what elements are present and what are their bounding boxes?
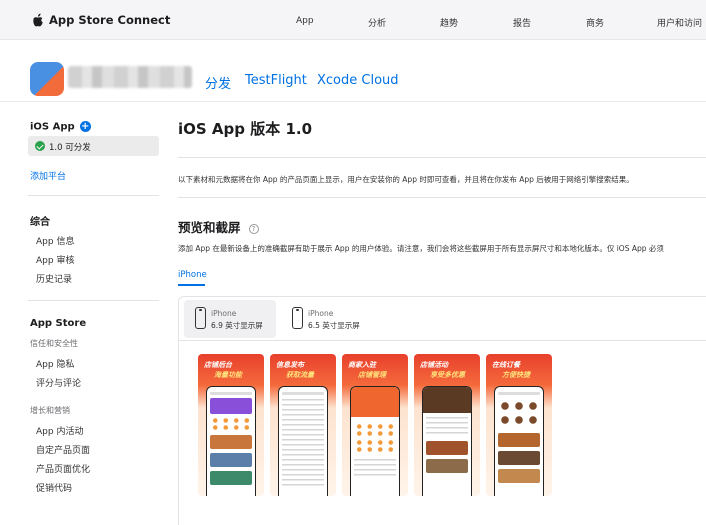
- device-size: 6.5 英寸显示屏: [308, 321, 360, 330]
- app-store-connect-logo[interactable]: App Store Connect: [32, 13, 170, 27]
- screenshot-caption: 获取流量: [286, 371, 314, 379]
- sidebar-item-history[interactable]: 历史记录: [36, 272, 72, 285]
- nav-item-reports[interactable]: 报告: [513, 16, 531, 29]
- nav-item-trends[interactable]: 趋势: [440, 16, 458, 29]
- preview-title-text: 预览和截屏: [178, 220, 241, 235]
- nav-item-users-access[interactable]: 用户和访问: [657, 16, 702, 29]
- screenshot-caption: 方便快捷: [502, 371, 530, 379]
- tab-distribution[interactable]: 分发: [205, 73, 231, 92]
- sidebar-heading-app-store: App Store: [30, 318, 87, 329]
- screenshot-thumbnail[interactable]: 店铺活动 享受多优惠: [414, 354, 480, 496]
- sidebar-item-in-app-events[interactable]: App 内活动: [36, 424, 83, 437]
- apple-logo-icon: [33, 13, 43, 27]
- phone-mockup: [494, 386, 544, 496]
- nav-item-analytics[interactable]: 分析: [368, 16, 386, 29]
- screenshot-thumbnail[interactable]: 信息发布 获取流量: [270, 354, 336, 496]
- preview-section-title: 预览和截屏?: [178, 217, 259, 236]
- sidebar-item-custom-product-pages[interactable]: 自定产品页面: [36, 443, 90, 456]
- screenshot-caption: 店铺活动: [420, 361, 448, 369]
- add-platform-link[interactable]: 添加平台: [30, 169, 66, 182]
- nav-item-business[interactable]: 商务: [586, 16, 604, 29]
- tab-iphone-underline: [178, 284, 205, 286]
- screenshot-thumbnail[interactable]: 商家入驻 店铺管理: [342, 354, 408, 496]
- app-name-redacted: [68, 66, 192, 88]
- checkmark-circle-icon: [35, 141, 45, 151]
- tab-iphone[interactable]: iPhone: [178, 270, 207, 280]
- sidebar-subheading-growth: 增长和营销: [30, 406, 70, 415]
- version-description: 以下素材和元数据将在你 App 的产品页面上显示，用户在安装你的 App 时即可…: [178, 175, 634, 184]
- iphone-icon: [292, 307, 303, 329]
- device-name: iPhone: [308, 309, 334, 318]
- phone-mockup: [278, 386, 328, 496]
- ios-app-label: iOS App: [30, 121, 75, 133]
- sidebar-item-app-review[interactable]: App 审核: [36, 253, 74, 266]
- page-title: iOS App 版本 1.0: [178, 120, 313, 138]
- sidebar-item-version-1-0[interactable]: 1.0 可分发: [28, 136, 159, 156]
- sidebar-heading-general: 综合: [30, 217, 50, 228]
- screenshot-caption: 海量功能: [214, 371, 242, 379]
- screenshot-caption: 店铺后台: [204, 361, 232, 369]
- screenshot-caption: 信息发布: [276, 361, 304, 369]
- sidebar-platform-heading: iOS App +: [30, 121, 91, 133]
- version-status-label: 1.0 可分发: [49, 143, 91, 153]
- brand-name: App Store Connect: [49, 13, 171, 27]
- help-icon[interactable]: ?: [248, 223, 259, 234]
- device-size: 6.9 英寸显示屏: [211, 321, 263, 330]
- sidebar-subheading-trust-safety: 信任和安全性: [30, 339, 78, 348]
- iphone-icon: [195, 307, 206, 329]
- sidebar-item-promo-codes[interactable]: 促销代码: [36, 481, 72, 494]
- header-divider: [0, 101, 706, 102]
- phone-mockup: [350, 386, 400, 496]
- screenshot-caption: 店铺管理: [358, 371, 386, 379]
- section-divider: [178, 197, 706, 198]
- sidebar-divider: [28, 195, 159, 196]
- screenshot-caption: 在线订餐: [492, 361, 520, 369]
- top-navigation-bar: App Store Connect App 分析 趋势 报告 商务 用户和访问: [0, 0, 706, 40]
- sidebar-item-ratings-reviews[interactable]: 评分与评论: [36, 376, 81, 389]
- tab-xcode-cloud[interactable]: Xcode Cloud: [317, 73, 399, 88]
- title-divider: [178, 157, 706, 158]
- device-name: iPhone: [211, 309, 237, 318]
- sidebar-divider: [28, 300, 159, 301]
- sidebar-item-product-page-optimization[interactable]: 产品页面优化: [36, 462, 90, 475]
- app-icon: [30, 62, 64, 96]
- device-tab-6-9-inch[interactable]: iPhone 6.9 英寸显示屏: [184, 300, 276, 338]
- screenshot-caption: 享受多优惠: [430, 371, 465, 379]
- sidebar-item-app-info[interactable]: App 信息: [36, 234, 74, 247]
- device-tab-6-5-inch[interactable]: iPhone 6.5 英寸显示屏: [281, 300, 373, 338]
- nav-item-app[interactable]: App: [296, 16, 314, 26]
- panel-divider: [178, 340, 706, 341]
- add-version-plus-icon[interactable]: +: [79, 121, 91, 132]
- phone-mockup: [422, 386, 472, 496]
- preview-description: 添加 App 在最新设备上的准确截屏有助于展示 App 的用户体验。请注意，我们…: [178, 244, 664, 253]
- screenshot-thumbnail[interactable]: 店铺后台 海量功能: [198, 354, 264, 496]
- screenshot-thumbnail[interactable]: 在线订餐 方便快捷: [486, 354, 552, 496]
- tab-testflight[interactable]: TestFlight: [245, 73, 307, 88]
- sidebar-item-app-privacy[interactable]: App 隐私: [36, 357, 74, 370]
- screenshot-caption: 商家入驻: [348, 361, 376, 369]
- phone-mockup: [206, 386, 256, 496]
